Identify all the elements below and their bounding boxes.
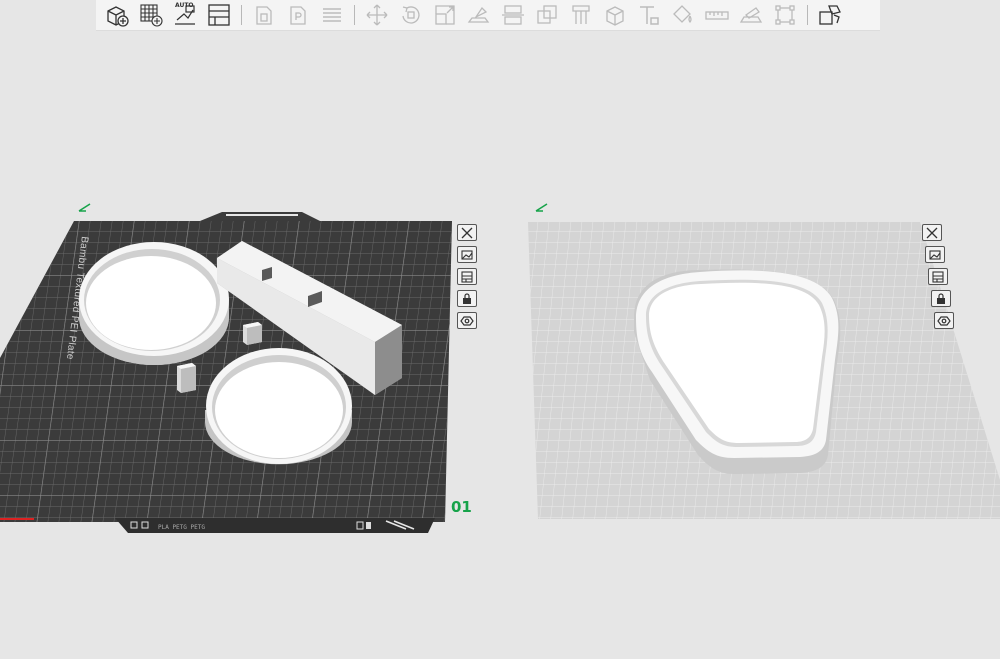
gear-icon xyxy=(460,315,474,326)
model-large-ring[interactable] xyxy=(79,242,229,365)
plate-handle xyxy=(200,212,320,221)
model-small-block-1[interactable] xyxy=(243,322,262,345)
plate-bottom-text: PLA PETG PETG xyxy=(158,524,205,531)
plate-2-lock-button[interactable] xyxy=(931,290,951,307)
model-small-block-2[interactable] xyxy=(177,363,196,393)
plate-1-lock-button[interactable] xyxy=(457,290,477,307)
plate-2-settings-button[interactable] xyxy=(934,312,954,329)
plate-number: 01 xyxy=(451,498,472,516)
orient-plate-icon xyxy=(929,249,941,260)
lock-icon xyxy=(937,292,945,304)
arrange-plate-icon xyxy=(932,270,944,283)
plate-1-arrange-button[interactable] xyxy=(457,268,477,285)
close-icon xyxy=(926,227,938,238)
plate-1-tools xyxy=(457,224,477,329)
model-small-ring[interactable] xyxy=(205,348,352,465)
gear-icon xyxy=(937,315,951,326)
plate-2-tools xyxy=(922,224,954,329)
viewport-3d[interactable]: PLA PETG PETG Bambu Textured PEI Plate xyxy=(0,0,1000,659)
plate-1-settings-button[interactable] xyxy=(457,312,477,329)
lock-icon xyxy=(463,292,471,304)
plate-2-edit-icon[interactable] xyxy=(535,202,549,212)
plate-1-orient-button[interactable] xyxy=(457,246,477,263)
orient-plate-icon xyxy=(461,249,473,260)
plate-1-remove-button[interactable] xyxy=(457,224,477,241)
plate-1-edit-icon[interactable] xyxy=(78,202,92,212)
arrange-plate-icon xyxy=(461,270,473,283)
plate-2-arrange-button[interactable] xyxy=(928,268,948,285)
plate-2-remove-button[interactable] xyxy=(922,224,942,241)
plate-2-orient-button[interactable] xyxy=(925,246,945,263)
close-icon xyxy=(461,227,473,238)
